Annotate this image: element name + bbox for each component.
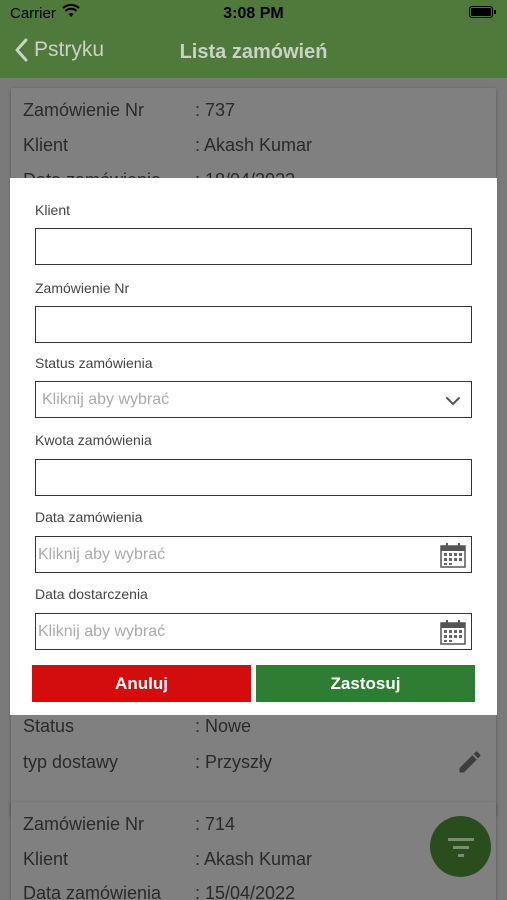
client-label: Klient: [35, 202, 71, 218]
nav-bar: Pstryku Lista zamówień: [0, 28, 507, 78]
delivery-date-placeholder: Kliknij aby wybrać: [38, 623, 166, 640]
field-value: : Nowe: [195, 716, 252, 736]
battery-icon: [469, 6, 496, 18]
field-value: : Akash Kumar: [195, 135, 313, 155]
apply-button[interactable]: Zastosuj: [256, 665, 475, 702]
field-label: Klient: [23, 135, 69, 155]
order-no-label: Zamówienie Nr: [35, 280, 130, 296]
delivery-date-label: Data dostarczenia: [35, 586, 148, 602]
order-date-placeholder: Kliknij aby wybrać: [38, 546, 166, 563]
page-title: Lista zamówień: [179, 41, 328, 63]
edit-pencil-icon[interactable]: [456, 748, 484, 781]
field-label: Status: [23, 716, 75, 736]
filter-dialog: Klient Zamówienie Nr Status zamówienia K…: [10, 178, 497, 715]
filter-button[interactable]: [430, 816, 491, 877]
chevron-down-icon: [445, 393, 461, 411]
filter-icon: [447, 837, 474, 857]
field-value: : Przyszły: [195, 752, 273, 772]
field-value: : Akash Kumar: [195, 849, 313, 869]
status-bar: Carrier 3:08 PM: [0, 0, 507, 28]
status-label: Status zamówienia: [35, 355, 153, 371]
field-label: Zamówienie Nr: [23, 100, 145, 120]
amount-input[interactable]: [35, 459, 472, 496]
calendar-icon[interactable]: [439, 618, 467, 651]
field-label: Zamówienie Nr: [23, 814, 145, 834]
field-label: typ dostawy: [23, 752, 119, 772]
status-placeholder: Kliknij aby wybrać: [42, 391, 170, 408]
status-select[interactable]: Kliknij aby wybrać: [35, 381, 472, 418]
status-time: 3:08 PM: [223, 5, 284, 22]
field-value: : 15/04/2022: [195, 883, 296, 900]
order-date-label: Data zamówienia: [35, 509, 143, 525]
field-value: : 737: [195, 100, 236, 120]
order-no-input[interactable]: [35, 306, 472, 343]
amount-label: Kwota zamówienia: [35, 432, 152, 448]
calendar-icon[interactable]: [439, 541, 467, 574]
field-value: : 714: [195, 814, 236, 834]
field-label: Klient: [23, 849, 69, 869]
delivery-date-picker[interactable]: Kliknij aby wybrać: [35, 613, 472, 650]
client-input[interactable]: [35, 228, 472, 265]
order-card[interactable]: Zamówienie Nr : 714 Klient : Akash Kumar…: [11, 802, 496, 900]
order-date-picker[interactable]: Kliknij aby wybrać: [35, 536, 472, 573]
cancel-button[interactable]: Anuluj: [32, 665, 251, 702]
field-label: Data zamówienia: [23, 883, 162, 900]
